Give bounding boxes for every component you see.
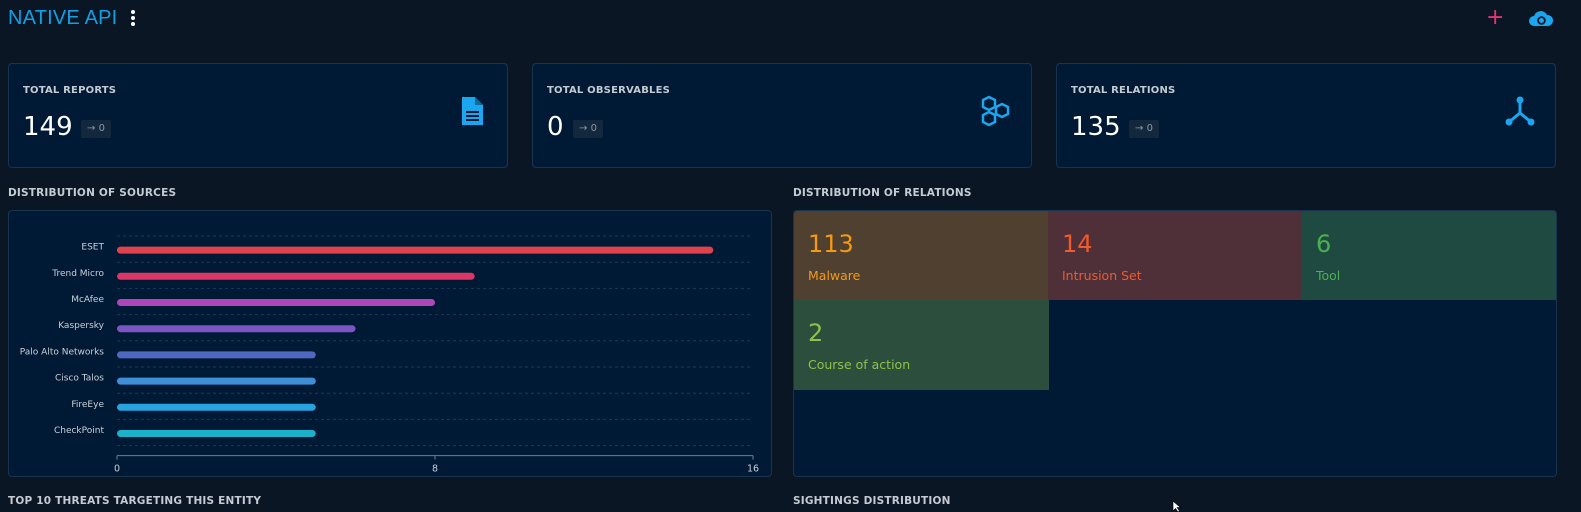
total-relations-card[interactable]: TOTAL RELATIONS 135 → 0 — [1056, 63, 1556, 168]
delta-value: 0 — [590, 123, 597, 134]
threats-section-title: TOP 10 THREATS TARGETING THIS ENTITY — [8, 495, 262, 507]
card-label: TOTAL OBSERVABLES — [547, 85, 671, 96]
bar-palo-alto-networks — [117, 351, 316, 359]
relations-section-title: DISTRIBUTION OF RELATIONS — [793, 187, 972, 199]
treemap-cell-malware[interactable]: 113 Malware — [794, 211, 1049, 300]
category-label: Palo Alto Networks — [20, 347, 105, 357]
bar-eset — [117, 246, 714, 254]
delta-value: 0 — [1146, 123, 1153, 134]
card-value: 0 — [547, 112, 564, 142]
category-label: FireEye — [71, 400, 104, 410]
treemap-label: Course of action — [808, 357, 911, 372]
mouse-cursor-icon — [1172, 501, 1182, 512]
dots-vertical-icon[interactable] — [128, 10, 138, 30]
treemap-cell-intrusion-set[interactable]: 14 Intrusion Set — [1048, 211, 1303, 300]
arrow-right-icon: → — [87, 123, 96, 134]
graph-icon — [1505, 96, 1535, 126]
bar-cisco-talos — [117, 377, 316, 385]
treemap-value: 113 — [808, 230, 854, 258]
card-delta: → 0 — [573, 120, 603, 138]
add-button[interactable]: + — [1486, 5, 1504, 30]
total-reports-card[interactable]: TOTAL REPORTS 149 → 0 — [8, 63, 508, 168]
top-bar: NATIVE API + — [0, 0, 1581, 40]
x-tick-label: 8 — [432, 464, 438, 475]
x-tick-label: 16 — [747, 464, 759, 475]
treemap-cell-course-of-action[interactable]: 2 Course of action — [794, 300, 1049, 390]
treemap-value: 2 — [808, 319, 824, 347]
treemap-label: Tool — [1316, 268, 1341, 283]
category-label: Cisco Talos — [55, 374, 104, 384]
delta-value: 0 — [98, 123, 105, 134]
hexagons-icon — [981, 95, 1010, 127]
sightings-section-title: SIGHTINGS DISTRIBUTION — [793, 495, 951, 507]
x-tick-label: 0 — [114, 464, 120, 475]
card-delta: → 0 — [81, 120, 111, 138]
cloud-refresh-icon[interactable] — [1528, 9, 1554, 29]
bar-mcafee — [117, 299, 435, 306]
category-label: ESET — [81, 243, 104, 253]
document-icon — [462, 97, 483, 125]
card-label: TOTAL RELATIONS — [1071, 85, 1176, 96]
treemap-value: 14 — [1062, 230, 1093, 258]
bar-fireeye — [117, 403, 316, 411]
category-label: Kaspersky — [58, 321, 104, 331]
sources-bar-chart: ESET Trend Micro McAfee Kaspersky Palo Alto … — [20, 235, 759, 475]
treemap-cell-tool[interactable]: 6 Tool — [1302, 211, 1556, 300]
card-label: TOTAL REPORTS — [23, 85, 117, 96]
treemap-label: Intrusion Set — [1062, 268, 1142, 283]
relations-treemap-panel: 113 Malware 14 Intrusion Set 6 Tool 2 Co… — [793, 210, 1557, 477]
treemap-label: Malware — [808, 268, 861, 283]
arrow-right-icon: → — [579, 123, 588, 134]
bar-trend-micro — [117, 272, 475, 280]
total-observables-card[interactable]: TOTAL OBSERVABLES 0 → 0 — [532, 63, 1032, 168]
category-label: CheckPoint — [54, 426, 105, 436]
category-label: McAfee — [71, 295, 104, 305]
bar-checkpoint — [117, 430, 316, 437]
card-delta: → 0 — [1129, 120, 1159, 138]
bar-kaspersky — [117, 325, 356, 333]
card-value: 135 — [1071, 112, 1121, 142]
category-label: Trend Micro — [51, 269, 104, 279]
sources-section-title: DISTRIBUTION OF SOURCES — [8, 187, 177, 199]
page-title: NATIVE API — [8, 7, 118, 29]
card-value: 149 — [23, 112, 73, 142]
arrow-right-icon: → — [1135, 123, 1144, 134]
sources-chart-panel: ESET Trend Micro McAfee Kaspersky Palo Alto … — [8, 210, 772, 477]
treemap-value: 6 — [1316, 230, 1332, 258]
